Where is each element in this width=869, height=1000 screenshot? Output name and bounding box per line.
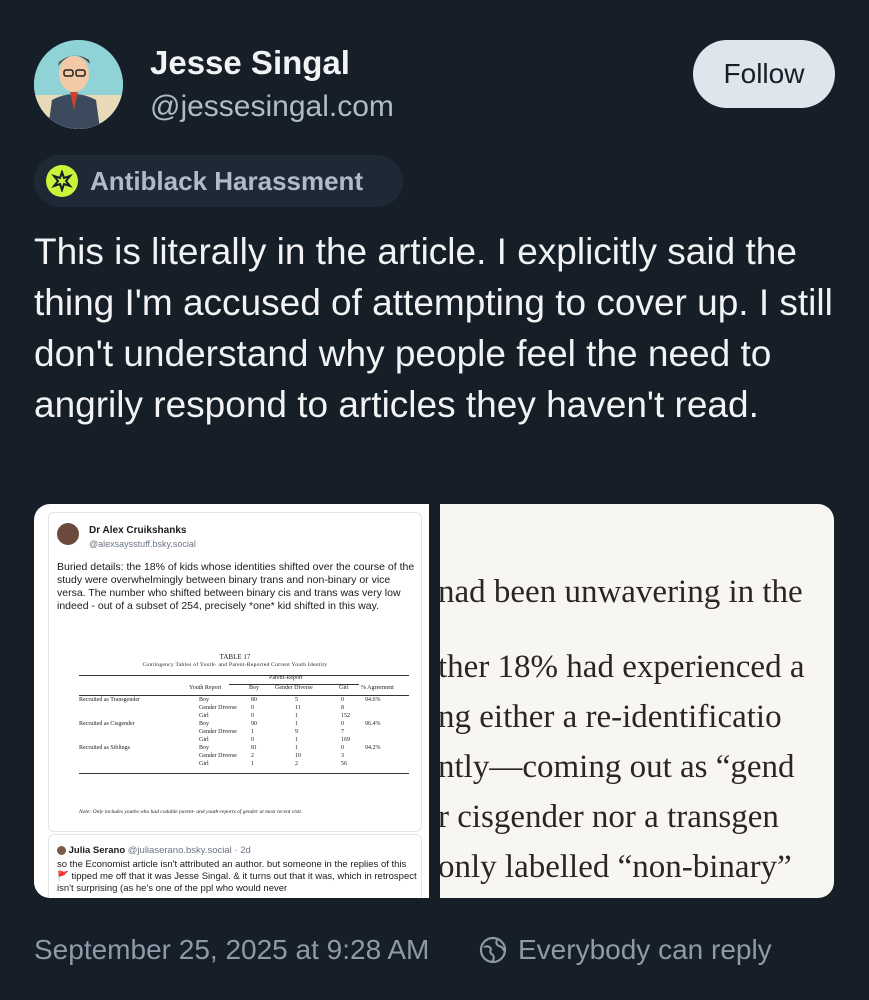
reply-text: so the Economist article isn't attribute… (57, 859, 417, 894)
reply-post-card: Julia Serano @juliaserano.bsky.social · … (48, 834, 422, 898)
table-header: Girl (339, 685, 349, 691)
table-cell: 56 (341, 761, 347, 767)
table-cell: 1 (295, 721, 298, 727)
moderation-label-text: Antiblack Harassment (90, 165, 364, 196)
article-line: ntly—coming out as “gend (440, 749, 795, 785)
table-row: Girl 0 1 152 (79, 713, 409, 721)
moderation-label[interactable]: Antiblack Harassment (34, 155, 403, 207)
data-table: Parent-Report Youth Report Boy Gender Di… (79, 675, 409, 774)
table-row: Girl 1 2 56 (79, 761, 409, 769)
article-line: nad been unwavering in the (440, 574, 803, 610)
table-row: Gender Diverse 2 10 3 (79, 753, 409, 761)
table-cell: 2 (251, 753, 254, 759)
reply-header: Julia Serano @juliaserano.bsky.social · … (57, 845, 251, 856)
table-cell: 94.6% (365, 697, 381, 703)
table-cell: 5 (295, 697, 298, 703)
table-cell: 0 (251, 713, 254, 719)
table-cell: Boy (199, 721, 210, 727)
table-cell: 0 (341, 745, 344, 751)
table-cell: 0 (251, 705, 254, 711)
table-cell: Boy (199, 697, 210, 703)
table-note: Note: Only includes youths who had codab… (79, 809, 303, 815)
table-cell: 1 (295, 713, 298, 719)
table-cell: 94.2% (365, 745, 381, 751)
table-cell: 1 (295, 737, 298, 743)
table-cell: 0 (341, 697, 344, 703)
table-header: Boy (249, 685, 260, 691)
table-parent-header: Parent-Report (269, 675, 303, 681)
reply-handle: @juliaserano.bsky.social · 2d (127, 845, 251, 856)
table-cell: Girl (199, 737, 209, 743)
quoted-handle: @alexsaysstuff.bsky.social (89, 539, 196, 549)
table-cell: Gender Diverse (199, 705, 237, 711)
article-line: r cisgender nor a transgen (440, 799, 779, 835)
table-header: Youth Report (189, 685, 222, 691)
reply-setting[interactable]: Everybody can reply (478, 934, 772, 966)
table-title: TABLE 17 (219, 653, 251, 661)
author-name[interactable]: Jesse Singal (150, 44, 350, 82)
post-text: This is literally in the article. I expl… (34, 231, 833, 425)
table-cell: Boy (199, 745, 210, 751)
table-cell: 0 (251, 737, 254, 743)
table-cell: 0 (341, 721, 344, 727)
quoted-post-card: Dr Alex Cruikshanks @alexsaysstuff.bsky.… (48, 512, 422, 832)
table-cell: 96.4% (365, 721, 381, 727)
table-cell: 81 (251, 745, 257, 751)
author-avatar[interactable] (34, 40, 123, 129)
table-row: Recruited as Transgender Boy 80 5 0 94.6% (79, 697, 409, 705)
article-line: ng either a re-identificatio (440, 699, 782, 735)
follow-button[interactable]: Follow (693, 40, 835, 108)
table-cell: 1 (251, 729, 254, 735)
quoted-text: Buried details: the 18% of kids whose id… (57, 561, 415, 612)
table-cell: Recruited as Transgender (79, 697, 140, 703)
table-header: % Agreement (361, 685, 394, 691)
table-row: Girl 0 1 169 (79, 737, 409, 745)
table-cell: 8 (341, 705, 344, 711)
table-cell: 1 (251, 761, 254, 767)
table-cell: 80 (251, 697, 257, 703)
table-cell: Gender Diverse (199, 753, 237, 759)
table-cell: 2 (295, 761, 298, 767)
table-subtitle: Contingency Tables of Youth- and Parent-… (142, 662, 328, 668)
article-line: only labelled “non-binary” (440, 849, 792, 885)
reply-avatar (57, 845, 66, 855)
table-row: Gender Diverse 1 9 7 (79, 729, 409, 737)
author-handle[interactable]: @jessesingal.com (150, 90, 394, 124)
reply-author: Julia Serano (68, 845, 126, 856)
table-cell: 169 (341, 737, 350, 743)
post-timestamp: September 25, 2025 at 9:28 AM (34, 934, 430, 965)
table-cell: 7 (341, 729, 344, 735)
table-cell: 3 (341, 753, 344, 759)
table-row: Recruited as Cisgender Boy 90 1 0 96.4% (79, 721, 409, 729)
table-cell: 90 (251, 721, 257, 727)
post-image-2[interactable]: nad been unwavering in the ther 18% had … (440, 504, 834, 898)
warning-badge-icon (46, 165, 78, 197)
table-row: Gender Diverse 0 11 8 (79, 705, 409, 713)
table-cell: Recruited as Siblings (79, 745, 130, 751)
post-image-1[interactable]: Dr Alex Cruikshanks @alexsaysstuff.bsky.… (34, 504, 429, 898)
globe-icon (478, 935, 508, 965)
table-cell: 11 (295, 705, 301, 711)
table-cell: Gender Diverse (199, 729, 237, 735)
table-cell: Girl (199, 713, 209, 719)
table-row: Recruited as Siblings Boy 81 1 0 94.2% (79, 745, 409, 753)
table-cell: 9 (295, 729, 298, 735)
table-cell: 152 (341, 713, 350, 719)
table-cell: Girl (199, 761, 209, 767)
table-cell: Recruited as Cisgender (79, 721, 135, 727)
quoted-author: Dr Alex Cruikshanks (89, 525, 187, 536)
quoted-avatar (57, 523, 79, 545)
article-line: ther 18% had experienced a (440, 649, 805, 685)
reply-setting-text: Everybody can reply (518, 934, 772, 965)
table-cell: 1 (295, 745, 298, 751)
table-header: Gender Diverse (275, 685, 313, 691)
table-cell: 10 (295, 753, 301, 759)
